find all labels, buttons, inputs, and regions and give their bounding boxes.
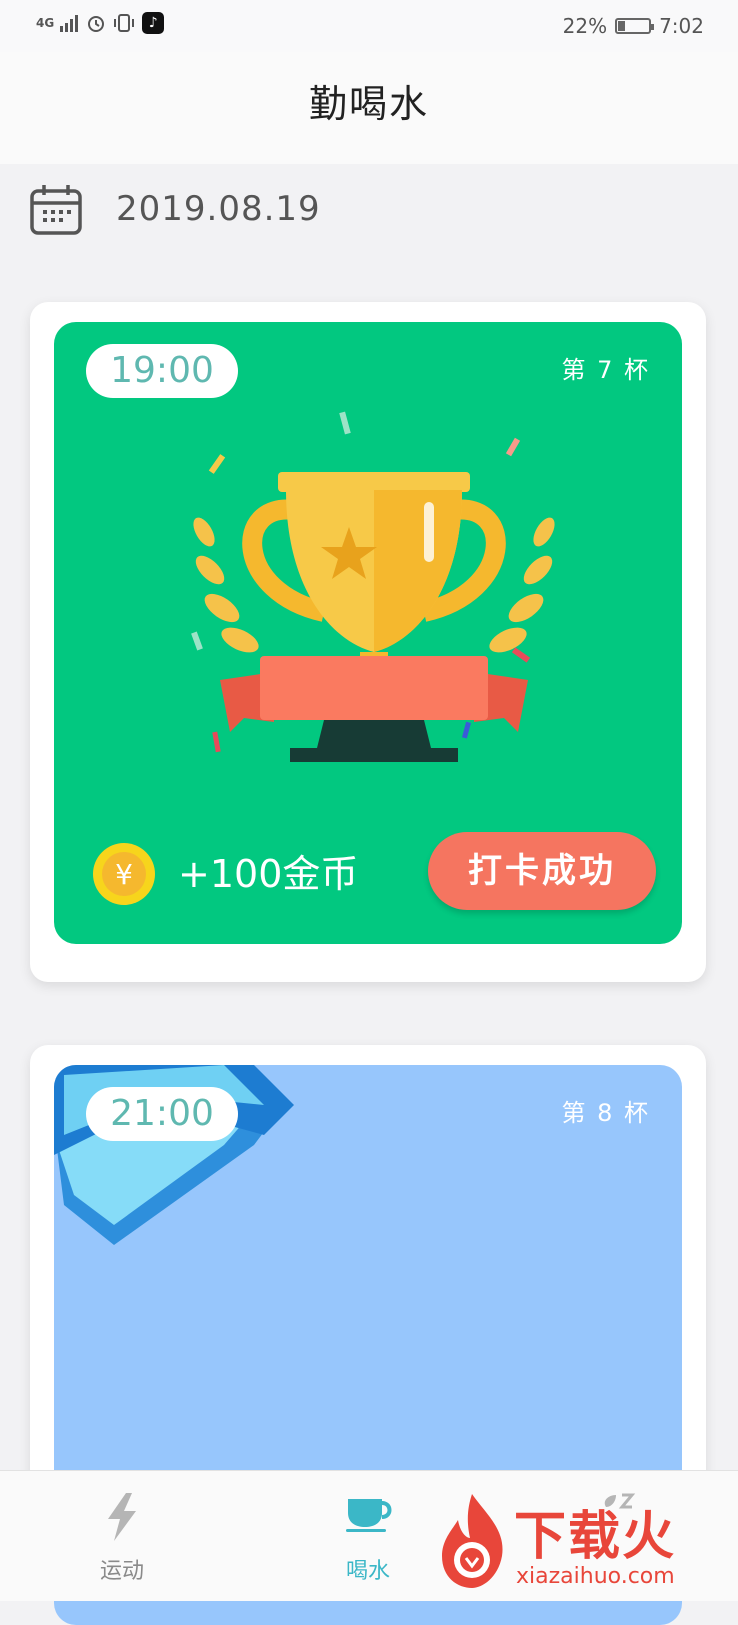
- tab-sport[interactable]: 运动: [22, 1471, 222, 1601]
- tiktok-icon: ♪: [142, 12, 165, 34]
- watermark: 下载火 xiazaihuo.com: [436, 1490, 736, 1600]
- lightning-icon: [108, 1493, 136, 1541]
- battery-icon: [615, 18, 655, 34]
- status-icons-left: 4G ♪: [36, 12, 165, 34]
- trophy-icon: [191, 411, 555, 762]
- signal-icon: [60, 15, 79, 32]
- status-icons-right: 22% 7:02: [563, 14, 704, 38]
- watermark-url: xiazaihuo.com: [516, 1564, 675, 1589]
- calendar-icon[interactable]: [30, 183, 82, 235]
- network-label: 4G: [36, 16, 55, 30]
- cup-count-label: 第 7 杯: [561, 356, 650, 384]
- status-bar: 4G ♪ 22% 7:02: [0, 0, 738, 52]
- coin-symbol: ¥: [115, 858, 133, 891]
- drink-card-7: 19:00 第 7 杯 ¥ +100金币 打卡成功: [30, 302, 706, 982]
- clock: 7:02: [659, 14, 704, 38]
- coin-icon: ¥: [93, 843, 155, 905]
- title-bar: 勤喝水: [0, 52, 738, 164]
- watermark-text: 下载火: [514, 1507, 677, 1567]
- page-title: 勤喝水: [308, 82, 429, 126]
- date-label: 2019.08.19: [116, 189, 321, 229]
- flame-logo-icon: [442, 1494, 503, 1588]
- alarm-icon: [88, 16, 105, 32]
- date-row[interactable]: 2019.08.19: [30, 183, 321, 235]
- tab-sport-label: 运动: [99, 1559, 144, 1584]
- reward-text: +100金币: [178, 852, 359, 896]
- cup-count-label: 第 8 杯: [561, 1099, 650, 1127]
- checkin-success-button[interactable]: 打卡成功: [428, 832, 656, 910]
- time-pill: 21:00: [86, 1087, 238, 1141]
- vibrate-icon: [114, 14, 135, 32]
- time-pill: 19:00: [86, 344, 238, 398]
- cup-icon: [346, 1499, 392, 1532]
- drink-card-panel: 19:00 第 7 杯 ¥ +100金币 打卡成功: [54, 322, 682, 944]
- battery-percent: 22%: [562, 14, 608, 38]
